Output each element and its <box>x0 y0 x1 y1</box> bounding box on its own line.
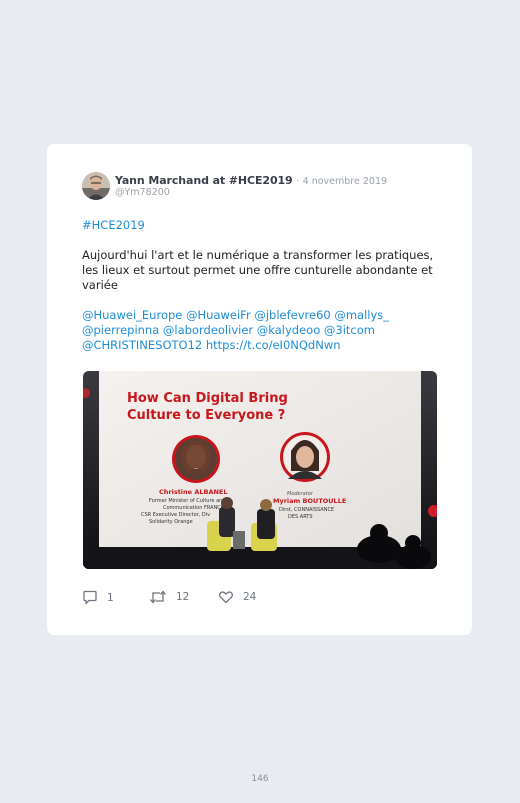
slide-title-2: Culture to Everyone ? <box>127 408 285 423</box>
page-number: 146 <box>251 774 269 784</box>
tweet-photo[interactable]: How Can Digital Bring Culture to Everyon… <box>83 371 437 569</box>
heart-icon <box>218 590 234 604</box>
speaker1-name: Christine ALBANEL <box>159 488 228 496</box>
reply-action[interactable]: 1 <box>82 590 114 605</box>
author-handle[interactable]: @Ym78200 <box>115 187 170 198</box>
speaker2-name: Myriam BOUTOULLE <box>273 497 346 505</box>
speech-bubble-icon <box>82 590 98 605</box>
like-action[interactable]: 24 <box>218 590 256 604</box>
speaker1-role-2: Communication FRANCE <box>163 505 224 511</box>
speaker1-role-4: Solidarity Orange <box>149 519 193 525</box>
speaker2-role-2: DES ARTS <box>288 514 313 520</box>
speaker1-role-1: Former Minister of Culture and <box>149 498 225 504</box>
author-line: Yann Marchand at #HCE2019 · 4 novembre 2… <box>115 174 387 188</box>
mentions-line-3[interactable]: @CHRISTINESOTO12 https://t.co/eI0NQdNwn <box>82 338 341 352</box>
retweet-icon <box>149 590 167 604</box>
slide-title-1: How Can Digital Bring <box>127 391 288 406</box>
hashtag-link[interactable]: #HCE2019 <box>82 218 145 232</box>
tweet-date[interactable]: 4 novembre 2019 <box>303 176 387 187</box>
mentions-line-2[interactable]: @pierrepinna @labordeolivier @kalydeoo @… <box>82 323 375 337</box>
avatar[interactable] <box>82 172 110 200</box>
tweet-text: #HCE2019 Aujourd'hui l'art et le numériq… <box>82 218 447 353</box>
conference-photo: How Can Digital Bring Culture to Everyon… <box>83 371 437 569</box>
mentions-line-1[interactable]: @Huawei_Europe @HuaweiFr @jblefevre60 @m… <box>82 308 389 322</box>
separator: · <box>296 176 300 187</box>
tweet-actions: 1 12 24 <box>82 590 382 608</box>
tweet-card: Yann Marchand at #HCE2019 · 4 novembre 2… <box>47 144 472 635</box>
speaker1-role-3: CSR Executive Director, Div <box>141 512 210 518</box>
retweet-count: 12 <box>176 591 190 603</box>
reply-count: 1 <box>107 591 114 604</box>
like-count: 24 <box>243 591 257 603</box>
speaker2-role-1: Dirst, CONNAISSANCE <box>279 507 334 513</box>
tweet-body: Aujourd'hui l'art et le numérique a tran… <box>82 248 434 292</box>
retweet-action[interactable]: 12 <box>149 590 189 604</box>
author-name[interactable]: Yann Marchand at #HCE2019 <box>115 174 293 187</box>
